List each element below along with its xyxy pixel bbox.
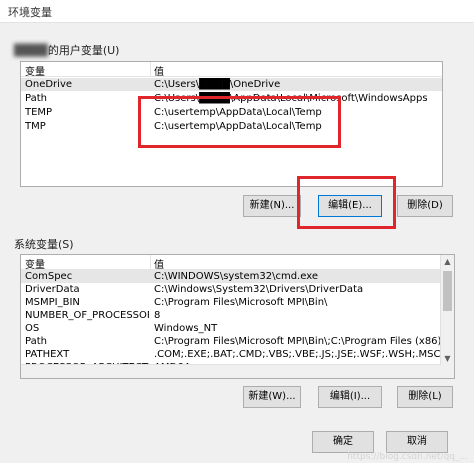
column-separator[interactable] bbox=[150, 62, 151, 76]
variable-name: OneDrive bbox=[25, 79, 73, 90]
horizontal-scrollbar[interactable] bbox=[21, 364, 441, 378]
variable-name: MSMPI_BIN bbox=[25, 297, 80, 308]
user-variables-label: ████的用户变量(U) bbox=[14, 44, 120, 57]
variable-name: PATHEXT bbox=[25, 349, 70, 360]
watermark: https://blog.csdn.net/qq_... bbox=[347, 452, 468, 462]
variable-name: TMP bbox=[25, 121, 46, 132]
user-new-button[interactable]: 新建(N)... bbox=[243, 195, 301, 217]
variable-value: Windows_NT bbox=[154, 323, 218, 334]
list-item[interactable]: OS Windows_NT bbox=[21, 322, 441, 335]
user-variables-list[interactable]: 变量 值 OneDrive C:\Users\████\OneDrive Pat… bbox=[20, 61, 443, 187]
variable-value: .COM;.EXE;.BAT;.CMD;.VBS;.VBE;.JS;.JSE;.… bbox=[154, 349, 440, 360]
variable-value: C:\Users\████\AppData\Local\Microsoft\Wi… bbox=[154, 93, 428, 104]
variable-name: Path bbox=[25, 336, 47, 347]
list-item[interactable]: NUMBER_OF_PROCESSORS 8 bbox=[21, 309, 441, 322]
variable-value: C:\Windows\System32\Drivers\DriverData bbox=[154, 284, 364, 295]
list-item[interactable]: TMP C:\usertemp\AppData\Local\Temp bbox=[21, 120, 442, 133]
scroll-thumb[interactable] bbox=[443, 271, 452, 311]
system-delete-button[interactable]: 删除(L) bbox=[397, 386, 453, 408]
variable-name: NUMBER_OF_PROCESSORS bbox=[25, 310, 149, 321]
column-header-variable[interactable]: 变量 bbox=[25, 256, 45, 271]
blurred-username: ████ bbox=[14, 44, 48, 57]
variable-value: 8 bbox=[154, 310, 161, 321]
user-delete-button[interactable]: 删除(D) bbox=[397, 195, 453, 217]
title-bar: 环境变量 bbox=[0, 0, 474, 23]
variable-name: DriverData bbox=[25, 284, 80, 295]
window-title: 环境变量 bbox=[8, 6, 52, 19]
list-item[interactable]: Path C:\Users\████\AppData\Local\Microso… bbox=[21, 92, 442, 105]
list-item[interactable]: ComSpec C:\WINDOWS\system32\cmd.exe bbox=[21, 270, 441, 283]
scrollbar-corner bbox=[441, 365, 454, 378]
list-item[interactable]: DriverData C:\Windows\System32\Drivers\D… bbox=[21, 283, 441, 296]
column-header-variable[interactable]: 变量 bbox=[25, 63, 45, 78]
scroll-down-icon[interactable]: ▼ bbox=[441, 352, 454, 365]
system-new-button[interactable]: 新建(W)... bbox=[243, 386, 301, 408]
column-header-value[interactable]: 值 bbox=[154, 63, 164, 78]
variable-value: C:\Users\████\OneDrive bbox=[154, 79, 281, 90]
list-header: 变量 值 bbox=[21, 255, 441, 271]
list-item[interactable]: Path C:\Program Files\Microsoft MPI\Bin\… bbox=[21, 335, 441, 348]
column-separator[interactable] bbox=[150, 255, 151, 269]
list-item[interactable]: MSMPI_BIN C:\Program Files\Microsoft MPI… bbox=[21, 296, 441, 309]
system-variables-label: 系统变量(S) bbox=[14, 238, 74, 251]
system-variables-list[interactable]: 变量 值 ComSpec C:\WINDOWS\system32\cmd.exe… bbox=[20, 254, 455, 379]
variable-value: C:\Program Files\Microsoft MPI\Bin\ bbox=[154, 297, 328, 308]
vertical-scrollbar[interactable]: ▲ ▼ bbox=[440, 255, 454, 365]
variable-name: ComSpec bbox=[25, 271, 73, 282]
variable-value: C:\usertemp\AppData\Local\Temp bbox=[154, 107, 322, 118]
variable-value: C:\Program Files\Microsoft MPI\Bin\;C:\P… bbox=[154, 336, 440, 347]
column-header-value[interactable]: 值 bbox=[154, 256, 164, 271]
list-item[interactable]: PATHEXT .COM;.EXE;.BAT;.CMD;.VBS;.VBE;.J… bbox=[21, 348, 441, 361]
list-item[interactable]: OneDrive C:\Users\████\OneDrive bbox=[21, 78, 442, 91]
variable-value: C:\usertemp\AppData\Local\Temp bbox=[154, 121, 322, 132]
variable-value: C:\WINDOWS\system32\cmd.exe bbox=[154, 271, 318, 282]
scroll-up-icon[interactable]: ▲ bbox=[441, 255, 454, 268]
system-edit-button[interactable]: 编辑(I)... bbox=[318, 386, 382, 408]
variable-name: Path bbox=[25, 93, 47, 104]
list-item[interactable]: TEMP C:\usertemp\AppData\Local\Temp bbox=[21, 106, 442, 119]
ok-button[interactable]: 确定 bbox=[312, 431, 374, 453]
variable-name: TEMP bbox=[25, 107, 53, 118]
user-edit-button[interactable]: 编辑(E)... bbox=[318, 195, 382, 217]
cancel-button[interactable]: 取消 bbox=[386, 431, 448, 453]
variable-name: OS bbox=[25, 323, 40, 334]
list-header: 变量 值 bbox=[21, 62, 442, 78]
